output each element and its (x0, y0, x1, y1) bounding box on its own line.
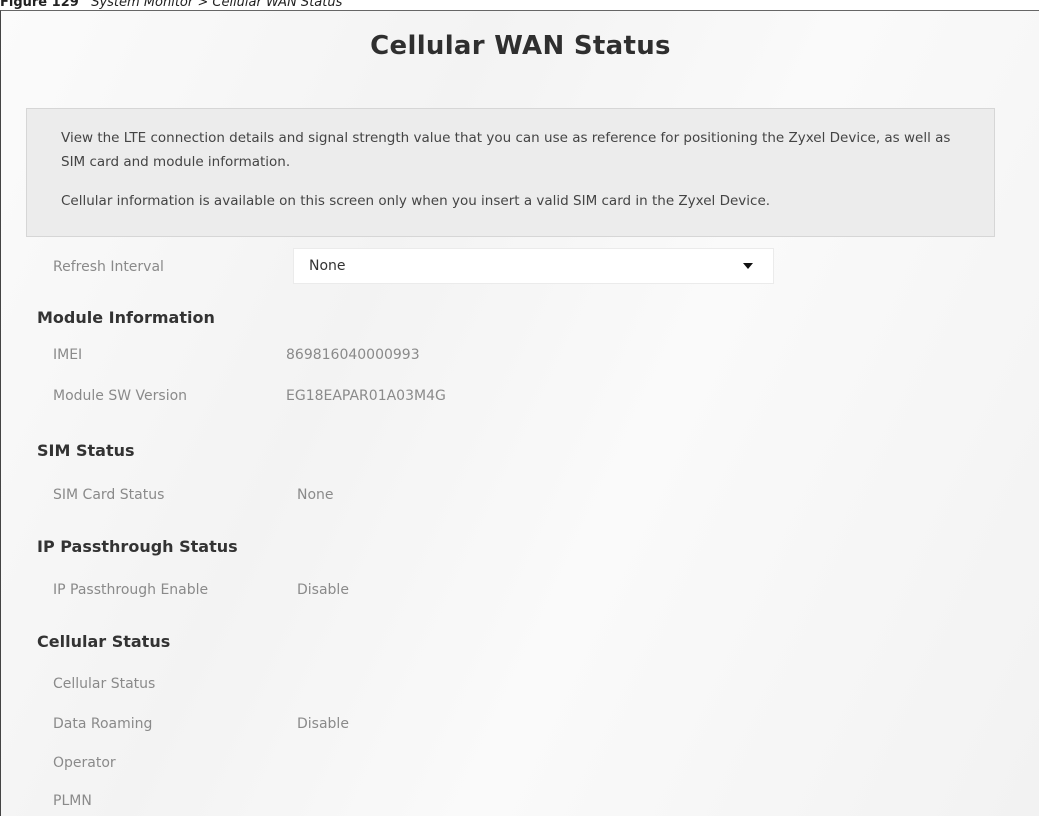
content-panel: Cellular WAN Status View the LTE connect… (0, 10, 1039, 816)
chevron-down-icon (743, 263, 753, 269)
sim-card-status-value: None (297, 487, 334, 503)
ip-passthrough-enable-value: Disable (297, 582, 349, 598)
cellular-status-label: Cellular Status (53, 676, 156, 692)
description-box: View the LTE connection details and sign… (26, 108, 995, 237)
sim-status-heading: SIM Status (37, 441, 135, 460)
refresh-interval-value: None (309, 258, 346, 274)
figure-label: Figure 129 (0, 0, 79, 10)
imei-value: 869816040000993 (286, 347, 420, 363)
operator-label: Operator (53, 755, 116, 771)
ip-passthrough-heading: IP Passthrough Status (37, 537, 238, 556)
module-sw-version-value: EG18EAPAR01A03M4G (286, 388, 446, 404)
module-sw-version-label: Module SW Version (53, 388, 188, 404)
refresh-interval-select[interactable]: None (293, 248, 774, 284)
module-information-heading: Module Information (37, 308, 215, 327)
figure-caption: Figure 129 System Monitor > Cellular WAN… (0, 0, 342, 10)
cellular-status-heading: Cellular Status (37, 632, 171, 651)
figure-title: System Monitor > Cellular WAN Status (91, 0, 343, 10)
plmn-label: PLMN (53, 793, 92, 809)
page-title: Cellular WAN Status (370, 31, 671, 61)
refresh-interval-label: Refresh Interval (53, 259, 164, 275)
description-paragraph-1: View the LTE connection details and sign… (61, 130, 951, 170)
data-roaming-label: Data Roaming (53, 716, 153, 732)
sim-card-status-label: SIM Card Status (53, 487, 165, 503)
ip-passthrough-enable-label: IP Passthrough Enable (53, 582, 209, 598)
imei-label: IMEI (53, 347, 83, 363)
description-paragraph-2: Cellular information is available on thi… (61, 193, 771, 209)
data-roaming-value: Disable (297, 716, 349, 732)
